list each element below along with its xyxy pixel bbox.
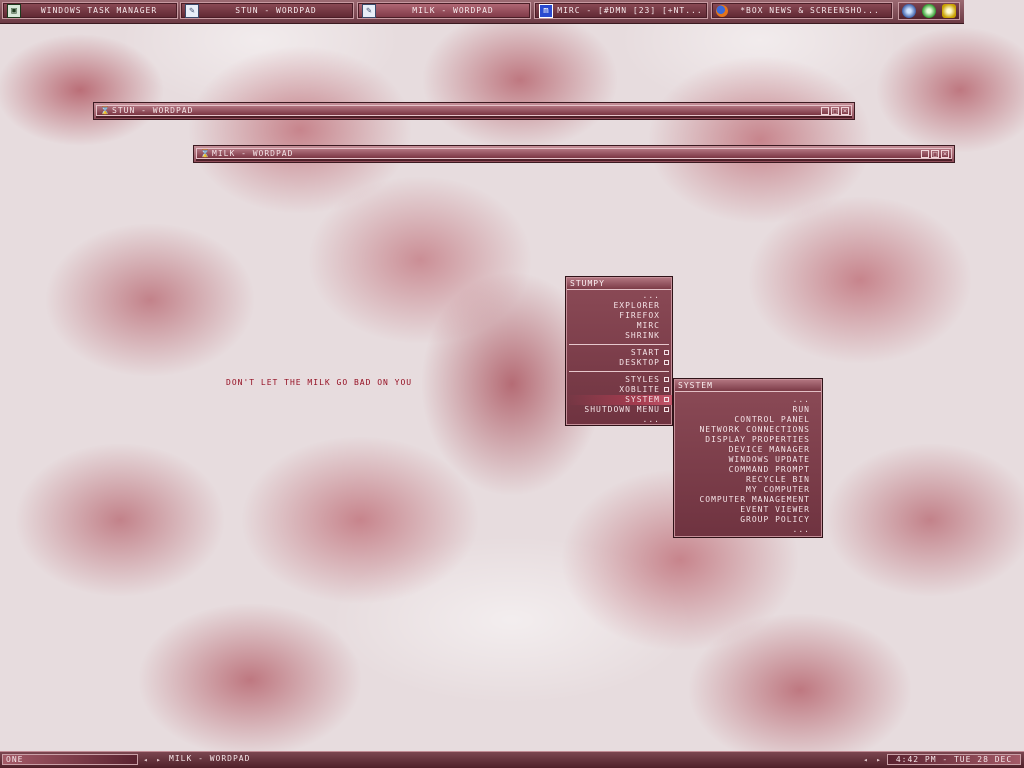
- menu-item-shutdown-menu[interactable]: SHUTDOWN MENU: [566, 405, 672, 415]
- window-bottom-edge: [196, 159, 952, 161]
- menu-item-system[interactable]: SYSTEM: [566, 395, 672, 405]
- menu-title: SYSTEM: [675, 380, 821, 392]
- hourglass-icon: ⌛: [200, 148, 210, 158]
- minimize-icon[interactable]: _: [821, 106, 829, 115]
- menu-item-event-viewer[interactable]: EVENT VIEWER: [674, 505, 822, 515]
- menu-item-group-policy[interactable]: GROUP POLICY: [674, 515, 822, 525]
- maximize-icon[interactable]: □: [831, 106, 839, 115]
- menu-item-control-panel[interactable]: CONTROL PANEL: [674, 415, 822, 425]
- menu-items: ... EXPLORER FIREFOX MIRC SHRINK START DESKTOP…: [566, 291, 672, 425]
- mirc-icon: m: [539, 3, 553, 18]
- window-bottom-edge: [96, 116, 852, 118]
- document-icon: ✎: [185, 3, 199, 18]
- next-window-button[interactable]: ▸: [874, 755, 883, 765]
- menu-item-device-manager[interactable]: DEVICE MANAGER: [674, 445, 822, 455]
- menu-item-network-connections[interactable]: NETWORK CONNECTIONS: [674, 425, 822, 435]
- desktop-slogan: DON'T LET THE MILK GO BAD ON YOU: [226, 378, 413, 387]
- menu-item-more[interactable]: ...: [674, 525, 822, 535]
- menu-item-desktop[interactable]: DESKTOP: [566, 358, 672, 368]
- network-tray-icon[interactable]: [902, 4, 916, 18]
- task-button-stun-wordpad[interactable]: ✎ STUN - WORDPAD: [180, 2, 354, 19]
- task-button-label: MILK - WORDPAD: [412, 6, 494, 15]
- close-icon[interactable]: ×: [841, 106, 849, 115]
- popup-menu-stumpy: STUMPY ... EXPLORER FIREFOX MIRC SHRINK START…: [565, 276, 673, 426]
- task-button-firefox[interactable]: *BOX NEWS & SCREENSHO...: [711, 2, 893, 19]
- current-window-label[interactable]: MILK - WORDPAD: [169, 754, 857, 765]
- task-button-milk-wordpad[interactable]: ✎ MILK - WORDPAD: [357, 2, 531, 19]
- workspace-label[interactable]: ONE: [2, 754, 138, 765]
- menu-item-run[interactable]: RUN: [674, 405, 822, 415]
- menu-item-my-computer[interactable]: MY COMPUTER: [674, 485, 822, 495]
- window-titlebar[interactable]: ⌛ STUN - WORDPAD _ □ ×: [96, 105, 852, 116]
- menu-item-more[interactable]: ...: [566, 291, 672, 301]
- clock: 4:42 PM - TUE 28 DEC: [887, 754, 1021, 765]
- prev-workspace-button[interactable]: ◂: [141, 755, 150, 765]
- task-button-task-manager[interactable]: ▣ WINDOWS TASK MANAGER: [2, 2, 178, 19]
- menu-item-computer-management[interactable]: COMPUTER MANAGEMENT: [674, 495, 822, 505]
- task-button-label: STUN - WORDPAD: [235, 6, 317, 15]
- menu-item-shrink[interactable]: SHRINK: [566, 331, 672, 341]
- menu-item-mirc[interactable]: MIRC: [566, 321, 672, 331]
- top-taskbar: ▣ WINDOWS TASK MANAGER ✎ STUN - WORDPAD …: [0, 0, 964, 24]
- security-tray-icon[interactable]: [942, 4, 956, 18]
- window-milk-wordpad[interactable]: ⌛ MILK - WORDPAD _ □ ×: [193, 145, 955, 163]
- bottom-toolbar: ONE ◂ ▸ MILK - WORDPAD ◂ ▸ 4:42 PM - TUE…: [0, 751, 1024, 768]
- menu-item-styles[interactable]: STYLES: [566, 375, 672, 385]
- update-tray-icon[interactable]: [922, 4, 936, 18]
- monitor-icon: ▣: [7, 3, 21, 18]
- maximize-icon[interactable]: □: [931, 149, 939, 158]
- menu-item-firefox[interactable]: FIREFOX: [566, 311, 672, 321]
- menu-item-windows-update[interactable]: WINDOWS UPDATE: [674, 455, 822, 465]
- window-title: MILK - WORDPAD: [212, 149, 294, 158]
- hourglass-icon: ⌛: [100, 105, 110, 115]
- menu-item-more[interactable]: ...: [674, 395, 822, 405]
- task-button-label: WINDOWS TASK MANAGER: [40, 6, 158, 15]
- next-workspace-button[interactable]: ▸: [154, 755, 163, 765]
- menu-item-more[interactable]: ...: [566, 415, 672, 425]
- close-icon[interactable]: ×: [941, 149, 949, 158]
- menu-separator: [569, 371, 669, 372]
- menu-item-explorer[interactable]: EXPLORER: [566, 301, 672, 311]
- minimize-icon[interactable]: _: [921, 149, 929, 158]
- menu-item-recycle-bin[interactable]: RECYCLE BIN: [674, 475, 822, 485]
- window-title: STUN - WORDPAD: [112, 106, 194, 115]
- task-button-label: MIRC - [#DMN [23] [+NT...: [557, 6, 703, 15]
- firefox-icon: [716, 4, 728, 17]
- document-icon: ✎: [362, 3, 376, 18]
- menu-item-command-prompt[interactable]: COMMAND PROMPT: [674, 465, 822, 475]
- task-button-label: *BOX NEWS & SCREENSHO...: [740, 6, 880, 15]
- menu-separator: [569, 344, 669, 345]
- window-titlebar[interactable]: ⌛ MILK - WORDPAD _ □ ×: [196, 148, 952, 159]
- menu-title: STUMPY: [567, 278, 671, 290]
- window-stun-wordpad[interactable]: ⌛ STUN - WORDPAD _ □ ×: [93, 102, 855, 120]
- popup-menu-system: SYSTEM ... RUN CONTROL PANEL NETWORK CONNEC…: [673, 378, 823, 538]
- system-tray: [898, 2, 960, 20]
- task-button-mirc[interactable]: m MIRC - [#DMN [23] [+NT...: [534, 2, 708, 19]
- menu-item-start[interactable]: START: [566, 348, 672, 358]
- prev-window-button[interactable]: ◂: [861, 755, 870, 765]
- menu-item-display-properties[interactable]: DISPLAY PROPERTIES: [674, 435, 822, 445]
- menu-item-xoblite[interactable]: XOBLITE: [566, 385, 672, 395]
- menu-items: ... RUN CONTROL PANEL NETWORK CONNECTIONS DI…: [674, 393, 822, 537]
